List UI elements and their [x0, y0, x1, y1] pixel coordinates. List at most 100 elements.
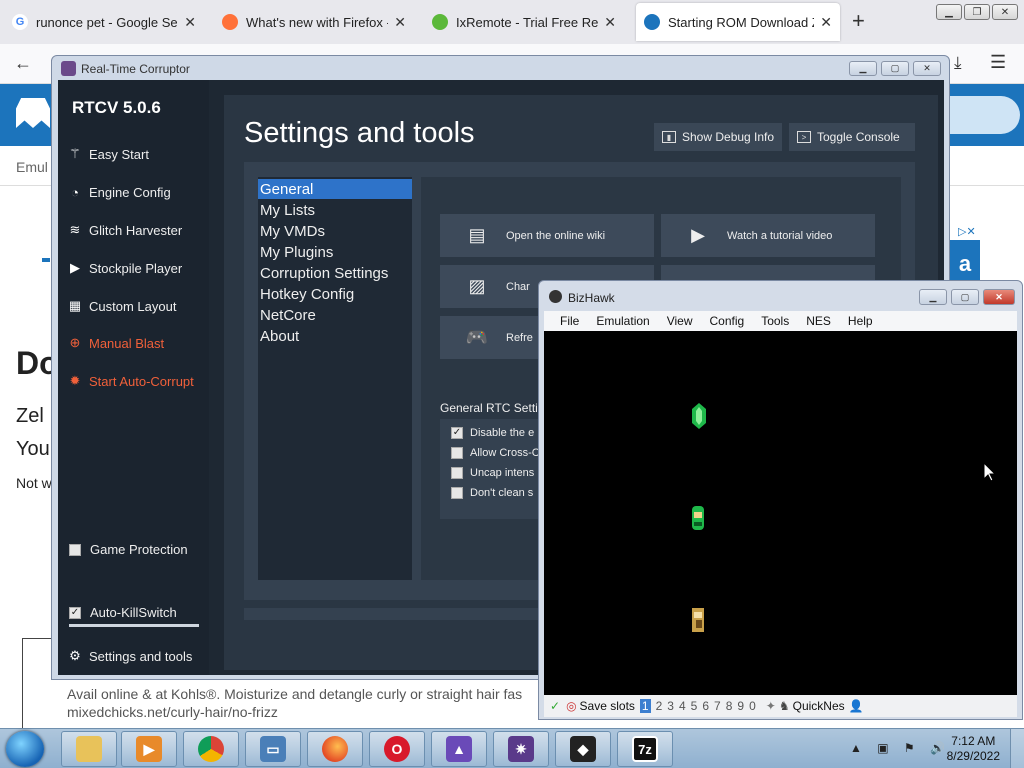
new-tab-button[interactable]: + [852, 8, 865, 34]
show-debug-info-button[interactable]: ▮ Show Debug Info [654, 123, 783, 151]
close-icon[interactable]: ✕ [992, 4, 1018, 20]
settings-menu-item-general[interactable]: General [258, 179, 412, 199]
checkbox-box[interactable] [69, 543, 81, 556]
menu-emulation[interactable]: Emulation [596, 314, 649, 328]
download-icon[interactable]: ⤓ [954, 53, 962, 73]
open-wiki-button[interactable]: ▤ Open the online wiki [440, 214, 654, 257]
minimize-icon[interactable]: ▁ [919, 289, 947, 305]
taskbar-7zip[interactable]: 7z [617, 731, 673, 767]
sidebar-item-manual-blast[interactable]: ⊕ Manual Blast [67, 333, 165, 353]
taskbar-media-player[interactable]: ▶ [121, 731, 177, 767]
tray-icons[interactable]: ▲ ▣ ⚑ 🔊 [850, 741, 951, 755]
taskbar-bizhawk[interactable]: ◆ [555, 731, 611, 767]
sidebar-item-stockpile-player[interactable]: ▶ Stockpile Player [67, 258, 182, 278]
sidebar-item-glitch-harvester[interactable]: ≋ Glitch Harvester [67, 220, 183, 240]
close-tab-icon[interactable]: ✕ [604, 14, 616, 31]
settings-menu-item-corruption-settings[interactable]: Corruption Settings [258, 263, 412, 283]
menu-tools[interactable]: Tools [761, 314, 789, 328]
menu-config[interactable]: Config [710, 314, 745, 328]
close-icon[interactable]: ✕ [983, 289, 1015, 305]
save-slot[interactable]: 1 [639, 699, 651, 713]
close-icon[interactable]: ✕ [913, 61, 941, 76]
sidebar-item-start-auto-corrupt[interactable]: ✹ Start Auto-Corrupt [67, 371, 194, 391]
site-logo-icon[interactable] [16, 98, 50, 128]
taskbar-opera[interactable]: O [369, 731, 425, 767]
taskbar-app[interactable]: ▲ [431, 731, 487, 767]
toggle-console-button[interactable]: > Toggle Console [789, 123, 915, 151]
sidebar-item-label: Manual Blast [89, 335, 165, 351]
browser-tab-google[interactable]: G runonce pet - Google Search ✕ [4, 3, 204, 41]
checkbox-box[interactable] [451, 447, 463, 459]
ad-close-icon[interactable]: ▷✕ [958, 225, 988, 240]
taskbar-firefox[interactable] [307, 731, 363, 767]
settings-menu-item-my-lists[interactable]: My Lists [258, 200, 412, 220]
restore-icon[interactable]: ❐ [964, 4, 990, 20]
save-slot[interactable]: 6 [702, 699, 709, 713]
browser-tab-firefox[interactable]: What's new with Firefox - Mo ✕ [214, 3, 414, 41]
minimize-icon[interactable]: ▁ [936, 4, 962, 20]
character-sprite [692, 608, 704, 632]
rtcv-window-controls: ▁ ▢ ✕ [849, 61, 941, 76]
menu-view[interactable]: View [667, 314, 693, 328]
checkbox-box[interactable] [451, 487, 463, 499]
settings-menu-item-netcore[interactable]: NetCore [258, 305, 412, 325]
close-tab-icon[interactable]: ✕ [184, 14, 196, 31]
taskbar-clock[interactable]: 7:12 AM 8/29/2022 [947, 734, 1000, 764]
save-slot[interactable]: 5 [691, 699, 698, 713]
ad-description[interactable]: Avail online & at Kohls®. Moisturize and… [67, 686, 537, 702]
menu-file[interactable]: File [560, 314, 579, 328]
minimize-icon[interactable]: ▁ [849, 61, 877, 76]
start-button[interactable] [6, 731, 44, 767]
watch-tutorial-button[interactable]: ▶ Watch a tutorial video [661, 214, 875, 257]
tab-title: IxRemote - Trial Free Remote [456, 14, 599, 30]
taskbar-remote-desktop[interactable]: ▭ [245, 731, 301, 767]
checkbox-box[interactable] [451, 467, 463, 479]
menu-nes[interactable]: NES [806, 314, 831, 328]
save-slot[interactable]: 8 [726, 699, 733, 713]
save-slot[interactable]: 3 [667, 699, 674, 713]
close-tab-icon[interactable]: ✕ [394, 14, 406, 31]
taskbar-rtcv[interactable]: ✷ [493, 731, 549, 767]
option-checkbox-1[interactable]: Allow Cross-C [451, 447, 540, 459]
checkbox-box[interactable]: ✓ [69, 606, 81, 619]
gear-icon: ⚙ [69, 648, 81, 663]
sidebar-item-settings-tools[interactable]: ⚙ Settings and tools [67, 646, 192, 666]
browser-tab-rom-download[interactable]: Starting ROM Download Zelda ✕ [636, 3, 840, 41]
settings-menu-item-about[interactable]: About [258, 326, 412, 346]
option-checkbox-3[interactable]: Don't clean s [451, 487, 533, 499]
rtcv-window-title: Real-Time Corruptor [81, 62, 190, 76]
back-arrow-icon[interactable]: ← [14, 53, 32, 74]
sidebar-item-custom-layout[interactable]: ▦ Custom Layout [67, 296, 177, 316]
settings-menu-item-my-vmds[interactable]: My VMDs [258, 221, 412, 241]
taskbar-explorer[interactable] [61, 731, 117, 767]
subnav-item[interactable]: Emul [16, 159, 48, 175]
menu-help[interactable]: Help [848, 314, 873, 328]
settings-menu-item-my-plugins[interactable]: My Plugins [258, 242, 412, 262]
show-desktop-button[interactable] [1010, 729, 1024, 768]
taskbar-chrome[interactable] [183, 731, 239, 767]
browser-tab-ixremote[interactable]: IxRemote - Trial Free Remote ✕ [424, 3, 624, 41]
sidebar-item-easy-start[interactable]: ⚚ Easy Start [67, 144, 149, 164]
save-slot[interactable]: 9 [737, 699, 744, 713]
bizhawk-titlebar[interactable]: BizHawk ▁ ▢ ✕ [539, 281, 1022, 311]
ad-url[interactable]: mixedchicks.net/curly-hair/no-frizz [67, 704, 278, 720]
save-slot[interactable]: 2 [656, 699, 663, 713]
remote-desktop-icon: ▭ [260, 736, 286, 762]
save-slot[interactable]: 7 [714, 699, 721, 713]
sidebar-item-engine-config[interactable]: ◔ Engine Config [67, 182, 171, 202]
maximize-icon[interactable]: ▢ [951, 289, 979, 305]
option-checkbox-0[interactable]: ✓ Disable the e [451, 427, 534, 439]
option-checkbox-2[interactable]: Uncap intens [451, 467, 534, 479]
game-protection-checkbox[interactable]: Game Protection [69, 542, 188, 557]
save-slot[interactable]: 0 [749, 699, 756, 713]
save-slot[interactable]: 4 [679, 699, 686, 713]
close-tab-icon[interactable]: ✕ [820, 14, 832, 31]
maximize-icon[interactable]: ▢ [881, 61, 909, 76]
settings-menu-item-hotkey-config[interactable]: Hotkey Config [258, 284, 412, 304]
rtcv-titlebar[interactable]: Real-Time Corruptor ▁ ▢ ✕ [52, 56, 949, 80]
auto-killswitch-checkbox[interactable]: ✓ Auto-KillSwitch [69, 605, 177, 620]
emulator-screen[interactable] [544, 331, 1017, 695]
browser-window-controls: ▁ ❐ ✕ [936, 4, 1018, 20]
hamburger-menu-icon[interactable]: ☰ [990, 52, 1006, 73]
checkbox-box[interactable]: ✓ [451, 427, 463, 439]
